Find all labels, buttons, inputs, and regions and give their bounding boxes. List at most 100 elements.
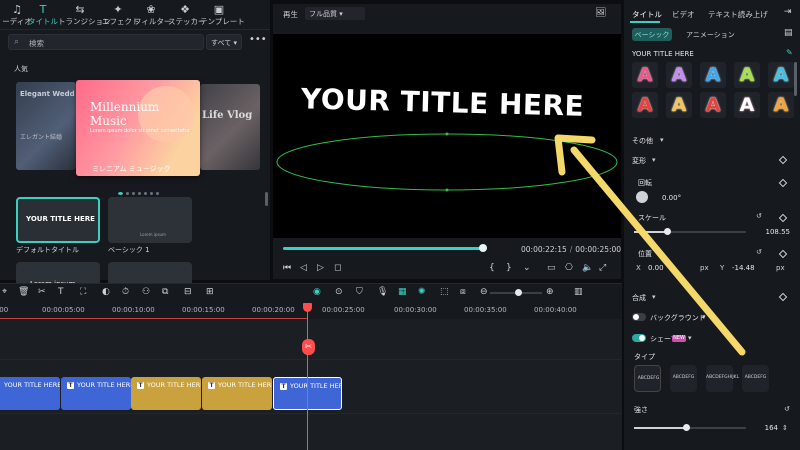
shape-option-arc-up[interactable]: ABCDEFG <box>634 365 661 392</box>
subtab-animation[interactable]: アニメーション <box>686 30 735 40</box>
tab-titles[interactable]: T タイトル <box>28 3 58 29</box>
play-range-icon[interactable]: ⊙ <box>335 287 343 297</box>
freeze-icon[interactable]: ⊞ <box>206 287 214 297</box>
keyframe-diamond-icon[interactable] <box>778 155 788 165</box>
chevron-down-icon[interactable]: ▾ <box>702 313 706 321</box>
tab-stickers[interactable]: ❖ ステッカー <box>168 3 206 29</box>
carousel-pagination[interactable] <box>118 188 162 195</box>
chevron-down-icon[interactable]: ⌄ <box>523 263 531 273</box>
text-tool-icon[interactable]: T <box>58 287 64 297</box>
shape-option-wave[interactable]: ABCDEFG <box>742 365 769 392</box>
quality-dropdown[interactable]: フル品質 ▾ <box>305 7 365 20</box>
fullscreen-icon[interactable]: ⤢ <box>599 263 606 273</box>
save-preset-icon[interactable]: ▤ <box>784 28 793 38</box>
crop-icon[interactable]: ⛶ <box>80 287 86 297</box>
grid-icon[interactable]: ▥ <box>574 287 583 297</box>
chevron-down-icon[interactable]: ▾ <box>688 334 692 342</box>
tab-templates[interactable]: ▣ テンプレート <box>200 3 245 29</box>
pos-x-value[interactable]: 0.00 <box>648 264 664 272</box>
carousel-item-life-vlog[interactable]: Life Vlog <box>200 84 260 170</box>
select-icon[interactable]: ⌖ <box>2 287 7 297</box>
background-toggle[interactable] <box>632 313 646 321</box>
microphone-icon[interactable]: 🎙 <box>377 287 388 297</box>
mark-in-icon[interactable]: { <box>489 263 495 273</box>
preset-style-6[interactable]: A <box>632 92 658 118</box>
preview-canvas[interactable]: YOUR TITLE HERE <box>273 34 621 238</box>
zoom-slider-handle[interactable] <box>515 289 522 296</box>
stepper-icon[interactable]: ⇕ <box>782 424 788 432</box>
frame-back-icon[interactable]: ◁ <box>300 263 307 273</box>
panel-collapse-icon[interactable]: ⇥ <box>784 7 792 17</box>
scissor-icon[interactable]: ✂ <box>302 339 315 355</box>
keyframe-diamond-icon[interactable] <box>778 249 788 259</box>
snapshot-icon[interactable]: 🖼 <box>595 8 606 18</box>
search-input[interactable]: ⌕ 検索 <box>8 34 204 50</box>
preset-style-9[interactable]: A <box>734 92 760 118</box>
stop-icon[interactable]: ◻ <box>334 263 341 273</box>
keyframe-diamond-icon[interactable] <box>778 213 788 223</box>
chevron-down-icon[interactable]: ▾ <box>660 136 664 144</box>
speed-icon[interactable]: ⏱ <box>122 287 129 297</box>
tab-video-properties[interactable]: ビデオ <box>672 9 695 20</box>
preset-style-1[interactable]: A <box>632 62 658 88</box>
playhead-line[interactable] <box>307 303 308 450</box>
title-clip[interactable]: TYOUR TITLE HERE <box>131 377 201 410</box>
title-clip[interactable]: TYOUR TITLE HERE <box>0 377 60 410</box>
group-icon[interactable]: ⧉ <box>162 287 168 297</box>
shape-option-arc-down[interactable]: ABCDEFG <box>670 365 697 392</box>
mark-out-icon[interactable]: } <box>506 263 512 273</box>
chevron-down-icon[interactable]: ▾ <box>652 156 656 164</box>
preset-style-7[interactable]: A <box>666 92 692 118</box>
reset-icon[interactable]: ↺ <box>756 212 762 220</box>
title-tile-basic-1[interactable]: Lorem ipsum <box>108 197 192 243</box>
reset-icon[interactable]: ↺ <box>756 248 762 256</box>
carousel-item-elegant-wedding[interactable]: Elegant Wedd エレガント結婚 <box>16 82 76 170</box>
ai-icon[interactable]: ✺ <box>418 287 426 297</box>
cut-icon[interactable]: ✂ <box>38 287 46 297</box>
tab-filters[interactable]: ❀ フィルター <box>134 3 171 29</box>
preset-style-5[interactable]: A <box>768 62 794 88</box>
filter-dropdown[interactable]: すべて ▾ <box>206 34 242 50</box>
display-icon[interactable]: ▭ <box>547 263 556 273</box>
pos-y-value[interactable]: -14.48 <box>732 264 755 272</box>
title-tile-default[interactable]: YOUR TITLE HERE <box>16 197 100 243</box>
preset-style-10[interactable]: A <box>768 92 794 118</box>
keyframe-diamond-icon[interactable] <box>778 292 788 302</box>
shield-icon[interactable]: ⛉ <box>356 287 363 297</box>
strength-slider-handle[interactable] <box>683 424 690 431</box>
camera-icon[interactable]: ⎔ <box>565 263 573 273</box>
playhead-handle[interactable] <box>303 303 312 312</box>
preset-style-8[interactable]: A <box>700 92 726 118</box>
title-clip[interactable]: TYOUR TITLE HERE <box>61 377 131 410</box>
more-options-icon[interactable]: ••• <box>249 34 267 50</box>
step-back-icon[interactable]: ⏮ <box>283 263 291 273</box>
carousel-item-millennium-music[interactable]: Millennium Music Lorem ipsum dolor sit a… <box>76 80 200 176</box>
reset-icon[interactable]: ↺ <box>784 405 790 413</box>
ai-magic-icon[interactable]: ✎ <box>786 48 793 57</box>
preset-style-4[interactable]: A <box>734 62 760 88</box>
snap-icon[interactable]: ▦ <box>398 287 407 297</box>
keyframe-diamond-icon[interactable] <box>778 178 788 188</box>
playback-progress-handle[interactable] <box>478 244 487 252</box>
preset-style-3[interactable]: A <box>700 62 726 88</box>
play-icon[interactable]: ▷ <box>317 263 324 273</box>
rotation-dial[interactable] <box>636 191 648 203</box>
shape-toggle[interactable] <box>632 334 646 342</box>
panel-scrollbar[interactable] <box>794 62 797 96</box>
zoom-out-icon[interactable]: ⊖ <box>480 287 488 297</box>
subtab-basic[interactable]: ベーシック <box>632 28 672 41</box>
marker-icon[interactable]: ⬚ <box>440 287 449 297</box>
shape-option-circle[interactable]: ABCDEFGHIJKL <box>706 365 739 392</box>
library-scrollbar[interactable] <box>265 192 268 206</box>
strength-value[interactable]: 164 <box>754 424 778 432</box>
chevron-down-icon[interactable]: ▾ <box>652 293 656 301</box>
mask-icon[interactable]: ⚇ <box>142 287 150 297</box>
scale-slider-handle[interactable] <box>664 228 671 235</box>
preset-style-2[interactable]: A <box>666 62 692 88</box>
text-path-ellipse[interactable] <box>273 106 621 218</box>
color-icon[interactable]: ◐ <box>102 287 110 297</box>
tab-title-properties[interactable]: タイトル <box>632 9 662 20</box>
tab-transitions[interactable]: ⇆ トランジション <box>58 3 111 29</box>
title-clip[interactable]: TYOUR TITLE HERE <box>202 377 272 410</box>
volume-icon[interactable]: 🔈 <box>582 263 593 273</box>
